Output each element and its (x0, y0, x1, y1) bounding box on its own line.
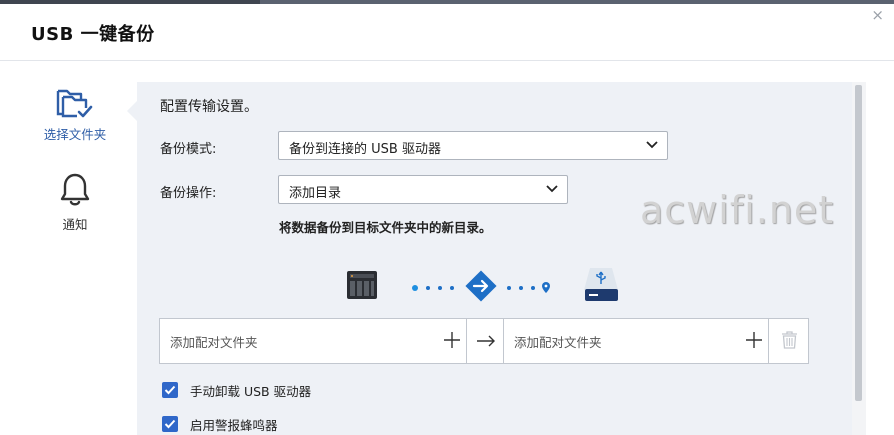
manual-eject-label: 手动卸载 USB 驱动器 (190, 383, 312, 399)
bell-icon (60, 173, 90, 206)
alarm-buzzer-label: 启用警报蜂鸣器 (190, 417, 278, 433)
chevron-down-icon (646, 141, 658, 149)
backup-operation-select[interactable]: 添加目录 (278, 175, 568, 204)
trash-icon (782, 331, 797, 349)
option-manual-eject: 手动卸载 USB 驱动器 (162, 381, 311, 399)
source-folder-placeholder: 添加配对文件夹 (170, 335, 258, 350)
arrow-right-icon (477, 335, 495, 347)
backup-mode-value: 备份到连接的 USB 驱动器 (289, 142, 441, 157)
delete-pair-button[interactable] (768, 319, 808, 363)
sidebar-item-notify[interactable]: 通知 (30, 172, 120, 233)
target-folder-placeholder: 添加配对文件夹 (514, 335, 602, 350)
add-target-folder-button[interactable] (744, 330, 764, 350)
page-heading: 配置传输设置。 (160, 99, 258, 115)
scroll-thumb[interactable] (855, 85, 862, 401)
backup-operation-label: 备份操作: (160, 186, 217, 201)
alarm-buzzer-checkbox[interactable] (162, 416, 178, 432)
watermark-text: acwifi.net (640, 188, 835, 232)
folder-check-icon (56, 89, 93, 118)
source-folder-field[interactable]: 添加配对文件夹 (160, 319, 460, 363)
dialog-title: USB 一键备份 (31, 24, 155, 45)
backup-mode-select[interactable]: 备份到连接的 USB 驱动器 (278, 131, 668, 160)
backup-operation-value: 添加目录 (289, 186, 342, 201)
scrollbar[interactable] (852, 82, 866, 435)
manual-eject-checkbox[interactable] (162, 382, 178, 398)
sidebar-item-label: 通知 (62, 217, 88, 232)
target-folder-field[interactable]: 添加配对文件夹 (504, 319, 768, 363)
pair-arrow-cell (466, 319, 504, 363)
close-button[interactable]: × (871, 8, 884, 23)
sidebar-item-select-folder[interactable]: 选择文件夹 (30, 86, 120, 143)
title-divider (0, 60, 894, 61)
option-alarm-buzzer: 启用警报蜂鸣器 (162, 415, 278, 433)
folder-pair-row: 添加配对文件夹 添加配对文件夹 (159, 318, 809, 364)
backup-mode-label: 备份模式: (160, 142, 217, 157)
background-window-strip (0, 0, 894, 4)
operation-hint: 将数据备份到目标文件夹中的新目录。 (279, 220, 492, 235)
checkmark-icon (164, 419, 176, 429)
panel-pointer (127, 100, 138, 122)
add-source-folder-button[interactable] (442, 330, 462, 350)
sidebar-item-label: 选择文件夹 (43, 127, 107, 142)
checkmark-icon (164, 385, 176, 395)
background-window-title (0, 0, 260, 4)
chevron-down-icon (546, 185, 558, 193)
